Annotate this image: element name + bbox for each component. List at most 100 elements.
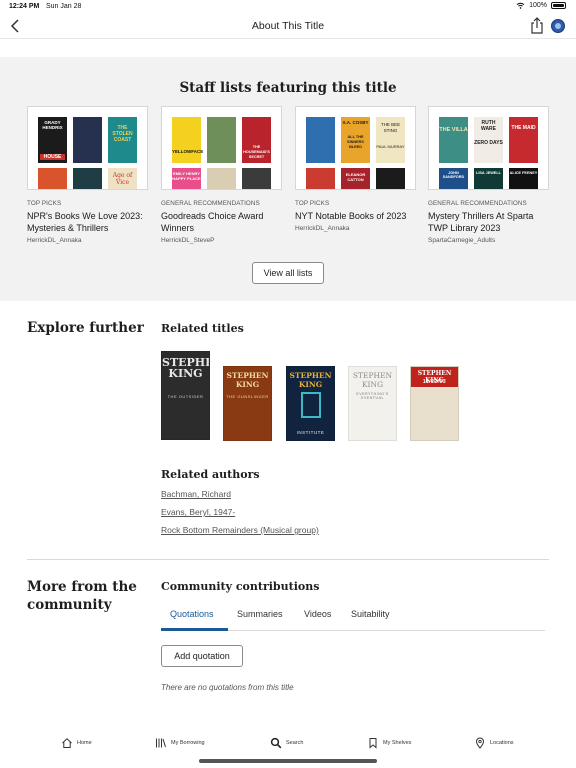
list-owner: SpartaCarnegie_Adults — [428, 237, 496, 244]
contributions-heading: Community contributions — [161, 580, 320, 593]
active-tab-indicator — [161, 628, 228, 631]
status-time: 12:24 PM — [9, 3, 40, 10]
section-divider — [27, 559, 549, 560]
list-type: TOP PICKS — [27, 200, 62, 207]
list-name[interactable]: Mystery Thrillers At Sparta TWP Library … — [428, 210, 549, 234]
related-title-cover[interactable]: STEPHEN KING 11/22/63 — [410, 366, 459, 441]
list-owner: HerrickDL_Annaka — [295, 225, 350, 232]
empty-state-text: There are no quotations from this title — [161, 683, 294, 692]
nav-label: My Borrowing — [171, 740, 205, 746]
list-cover: LISA JEWELL — [474, 168, 503, 189]
list-cover: EMILY HENRY HAPPY PLACE — [172, 168, 201, 189]
list-cover: THE BEE STING PAUL MURRAY — [376, 117, 405, 163]
list-name[interactable]: NPR's Books We Love 2023: Mysteries & Th… — [27, 210, 148, 234]
nav-label: Locations — [490, 740, 514, 746]
list-cover — [306, 117, 335, 163]
explore-heading: Explore further — [27, 320, 144, 336]
staff-lists-section: Staff lists featuring this title GRADY H… — [0, 57, 576, 301]
list-cover: YELLOWFACE — [172, 117, 203, 163]
tab-summaries[interactable]: Summaries — [237, 609, 283, 619]
nav-locations[interactable]: Locations — [474, 737, 514, 749]
cover-author: STEPHEN KING — [289, 371, 332, 389]
search-icon — [270, 737, 282, 749]
books-icon — [156, 738, 166, 748]
list-type: GENERAL RECOMMENDATIONS — [428, 200, 527, 207]
related-author-link[interactable]: Evans, Beryl, 1947- — [161, 507, 235, 517]
list-cover: THE STOLEN COAST — [108, 117, 137, 163]
tab-suitability[interactable]: Suitability — [351, 609, 390, 619]
cover-author: STEPHEN KING — [352, 371, 393, 389]
list-cover — [306, 168, 335, 189]
nav-my-borrowing[interactable]: My Borrowing — [155, 737, 205, 749]
list-cover — [242, 168, 271, 189]
status-bar: 12:24 PM Sun Jan 28 100% — [0, 0, 576, 14]
list-cover: GRADY HENDRIX HOUSE — [38, 117, 67, 163]
list-cover-collage: THE VILLA RUTH WARE ZERO DAYS THE MAID J… — [428, 106, 549, 190]
battery-icon — [551, 2, 566, 9]
tab-videos[interactable]: Videos — [304, 609, 331, 619]
contribution-tabs: Quotations Summaries Videos Suitability — [161, 603, 545, 631]
list-cover: THE MAID — [509, 117, 538, 163]
nav-label: Home — [77, 740, 92, 746]
staff-list-card[interactable]: S.A. COSBY ALL THE SINNERS BLEED THE BEE… — [295, 106, 416, 232]
bookmark-icon — [369, 738, 377, 749]
related-titles-heading: Related titles — [161, 322, 244, 335]
related-authors-heading: Related authors — [161, 468, 260, 481]
list-owner: HerrickDL_Annaka — [27, 237, 82, 244]
list-cover-collage: YELLOWFACE THE HOUSEMAID'S SECRET EMILY … — [161, 106, 282, 190]
staff-list-card[interactable]: THE VILLA RUTH WARE ZERO DAYS THE MAID J… — [428, 106, 549, 244]
list-cover: RUTH WARE ZERO DAYS — [474, 117, 503, 163]
status-date: Sun Jan 28 — [46, 3, 82, 10]
related-title-cover[interactable]: STEPHEN KING THE GUNSLINGER — [223, 366, 272, 441]
staff-list-card[interactable]: GRADY HENDRIX HOUSE THE STOLEN COAST Age… — [27, 106, 148, 244]
list-cover — [376, 168, 405, 189]
staff-lists-heading: Staff lists featuring this title — [179, 80, 397, 96]
list-cover: ELEANOR CATTON — [341, 168, 370, 189]
view-all-lists-button[interactable]: View all lists — [252, 262, 324, 284]
list-cover: THE HOUSEMAID'S SECRET — [242, 117, 271, 163]
list-cover: THE VILLA — [439, 117, 468, 163]
nav-label: My Shelves — [383, 740, 412, 746]
nav-my-shelves[interactable]: My Shelves — [367, 737, 411, 749]
cover-art — [301, 392, 321, 418]
cover-title: 11/22/63 — [422, 379, 447, 385]
cover-author: STEPHEN KING — [226, 371, 269, 389]
account-avatar[interactable] — [551, 19, 565, 33]
list-cover — [73, 117, 102, 163]
list-cover — [207, 117, 236, 163]
list-cover: ALICE FEENEY — [509, 168, 538, 189]
nav-home[interactable]: Home — [61, 737, 92, 749]
list-cover: Age of Vice — [108, 168, 137, 189]
location-pin-icon — [475, 737, 485, 749]
home-indicator — [199, 759, 377, 763]
community-heading: More from the community — [27, 579, 137, 613]
list-type: TOP PICKS — [295, 200, 330, 207]
list-type: GENERAL RECOMMENDATIONS — [161, 200, 260, 207]
related-author-link[interactable]: Bachman, Richard — [161, 489, 231, 499]
list-cover — [38, 168, 67, 189]
share-icon[interactable] — [530, 17, 544, 34]
list-name[interactable]: Goodreads Choice Award Winners — [161, 210, 282, 234]
page-title: About This Title — [251, 20, 325, 32]
nav-search[interactable]: Search — [270, 737, 303, 749]
cover-title: THE GUNSLINGER — [226, 394, 269, 399]
top-bar: About This Title — [0, 14, 576, 39]
staff-list-card[interactable]: YELLOWFACE THE HOUSEMAID'S SECRET EMILY … — [161, 106, 282, 244]
related-author-link[interactable]: Rock Bottom Remainders (Musical group) — [161, 525, 319, 535]
related-title-cover[interactable]: STEPHEN KING EVERYTHING'S EVENTUAL — [348, 366, 397, 441]
battery-percent: 100% — [529, 2, 547, 9]
list-cover: S.A. COSBY ALL THE SINNERS BLEED — [341, 117, 370, 163]
list-name[interactable]: NYT Notable Books of 2023 — [295, 210, 416, 222]
cover-title: INSTITUTE — [296, 430, 325, 435]
cover-title: EVERYTHING'S EVENTUAL — [356, 392, 389, 400]
list-cover — [207, 168, 236, 189]
wifi-icon — [516, 2, 525, 9]
tab-quotations[interactable]: Quotations — [170, 609, 214, 619]
list-cover-collage: GRADY HENDRIX HOUSE THE STOLEN COAST Age… — [27, 106, 148, 190]
cover-title: THE OUTSIDER — [167, 394, 204, 399]
list-owner: HerrickDL_SteveP — [161, 237, 215, 244]
related-title-cover[interactable]: STEPHEN KING INSTITUTE — [286, 366, 335, 441]
list-cover — [73, 168, 102, 189]
related-title-cover[interactable]: STEPHEN KING THE OUTSIDER — [161, 351, 210, 440]
add-quotation-button[interactable]: Add quotation — [161, 645, 243, 667]
